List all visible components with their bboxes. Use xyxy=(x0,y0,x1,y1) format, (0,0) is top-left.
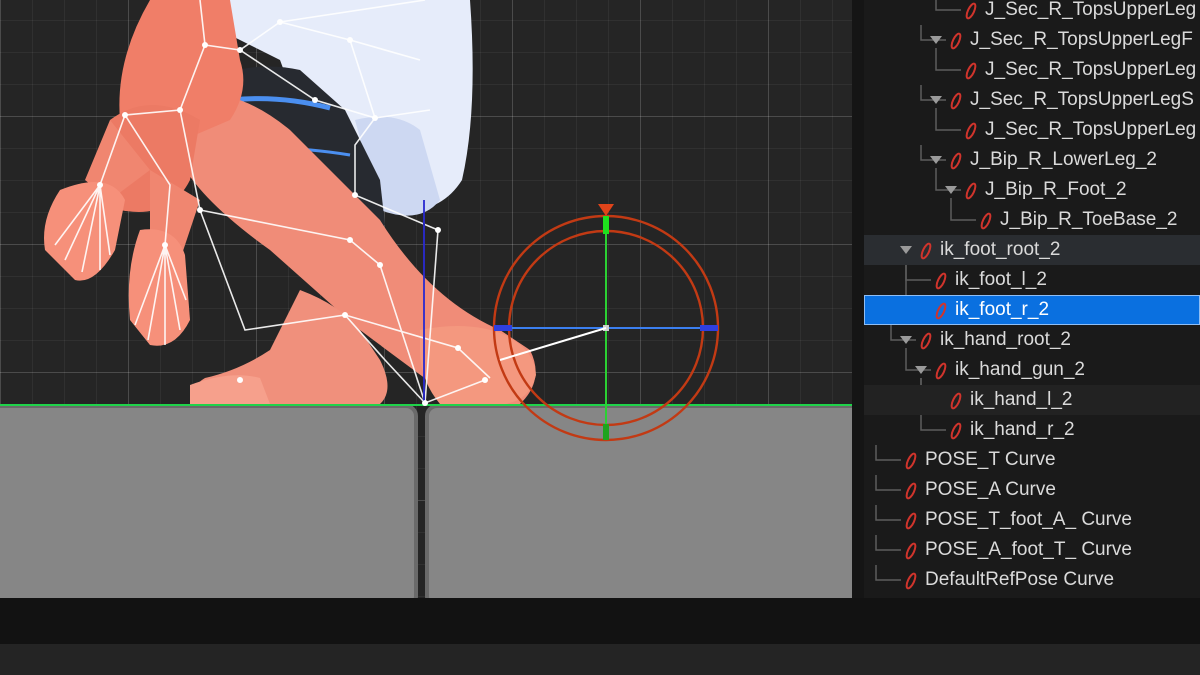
gizmo-axis-y-handle-top[interactable] xyxy=(603,216,609,234)
bone-icon xyxy=(950,92,962,110)
tree-row[interactable]: J_Bip_R_Foot_2 xyxy=(864,175,1200,205)
tree-row[interactable]: POSE_A_foot_T_ Curve xyxy=(864,535,1200,565)
tree-row[interactable]: ik_hand_r_2 xyxy=(864,415,1200,445)
bone-icon xyxy=(920,242,932,260)
tree-row[interactable]: POSE_T_foot_A_ Curve xyxy=(864,505,1200,535)
bottom-toolbar xyxy=(0,644,1200,675)
tree-row-label: J_Bip_R_Foot_2 xyxy=(985,179,1127,200)
expand-arrow-icon[interactable] xyxy=(900,246,912,254)
expand-arrow-icon[interactable] xyxy=(945,186,957,194)
tree-row[interactable]: J_Sec_R_TopsUpperLeg xyxy=(864,55,1200,85)
bone-icon xyxy=(905,482,917,500)
tree-row[interactable]: ik_hand_gun_2 xyxy=(864,355,1200,385)
tree-row-label: POSE_T Curve xyxy=(925,449,1056,470)
tree-row[interactable]: J_Bip_R_LowerLeg_2 xyxy=(864,145,1200,175)
bone-icon xyxy=(920,332,932,350)
bone-icon xyxy=(980,212,992,230)
tree-row-label: J_Sec_R_TopsUpperLeg xyxy=(985,59,1197,80)
tree-row-label: ik_foot_root_2 xyxy=(940,239,1061,260)
bone-icon xyxy=(950,32,962,50)
tree-row[interactable]: ik_hand_root_2 xyxy=(864,325,1200,355)
expand-arrow-icon[interactable] xyxy=(900,336,912,344)
tree-row[interactable]: DefaultRefPose Curve xyxy=(864,565,1200,595)
tree-row-label: POSE_T_foot_A_ Curve xyxy=(925,509,1132,530)
panel-splitter[interactable] xyxy=(852,0,864,598)
expand-arrow-icon[interactable] xyxy=(930,36,942,44)
tree-row[interactable]: POSE_T Curve xyxy=(864,445,1200,475)
tree-row-label: ik_hand_r_2 xyxy=(970,419,1075,440)
tree-row-label: J_Sec_R_TopsUpperLegF xyxy=(970,29,1193,50)
gizmo-axis-x-handle-left[interactable] xyxy=(494,325,512,331)
bone-icon xyxy=(965,2,977,20)
skeleton-tree-panel: J_Sec_R_TopsUpperLeg J_Sec_R_TopsUpperLeg… xyxy=(864,0,1200,598)
tree-row[interactable]: ik_hand_l_2 xyxy=(864,385,1200,415)
bone-icon xyxy=(965,122,977,140)
bone-icon xyxy=(935,362,947,380)
expand-arrow-icon[interactable] xyxy=(930,156,942,164)
viewport-scene xyxy=(0,0,852,598)
tree-row-label: DefaultRefPose Curve xyxy=(925,569,1115,590)
bone-icon xyxy=(950,392,962,410)
tree-row[interactable]: ik_foot_l_2 xyxy=(864,265,1200,295)
bone-icon xyxy=(950,152,962,170)
tree-row-label: ik_hand_gun_2 xyxy=(955,359,1085,380)
tree-row-label: ik_foot_r_2 xyxy=(955,299,1050,320)
expand-arrow-icon[interactable] xyxy=(930,96,942,104)
tree-row-label: J_Bip_R_ToeBase_2 xyxy=(1000,209,1178,230)
bone-icon xyxy=(965,182,977,200)
tree-row[interactable]: J_Sec_R_TopsUpperLegF xyxy=(864,25,1200,55)
character-model xyxy=(44,0,536,405)
gizmo-rotate-arrow[interactable] xyxy=(598,204,614,216)
tree-row-selected[interactable]: ik_foot_r_2 xyxy=(864,295,1200,325)
tree-row[interactable]: POSE_A Curve xyxy=(864,475,1200,505)
tree-row-label: ik_foot_l_2 xyxy=(955,269,1047,290)
gizmo-axis-x-handle-right[interactable] xyxy=(700,325,718,331)
tree-row[interactable]: ik_foot_root_2 xyxy=(864,235,1200,265)
bone-icon xyxy=(905,542,917,560)
tree-row-label: J_Sec_R_TopsUpperLeg xyxy=(985,119,1197,140)
bone-icon xyxy=(965,62,977,80)
tree-row-label: ik_hand_root_2 xyxy=(940,329,1071,350)
bone-icon xyxy=(935,302,947,320)
bone-icon xyxy=(935,272,947,290)
tree-row-label: POSE_A_foot_T_ Curve xyxy=(925,539,1132,560)
gizmo-axis-y-handle-bottom[interactable] xyxy=(603,424,609,440)
tree-row-label: POSE_A Curve xyxy=(925,479,1056,500)
animation-viewport[interactable] xyxy=(0,0,852,598)
status-bar xyxy=(0,598,1200,644)
floor-block-left xyxy=(0,404,418,598)
bone-icon xyxy=(905,572,917,590)
tree-row-label: J_Sec_R_TopsUpperLeg xyxy=(985,0,1197,20)
tree-row-label: J_Bip_R_LowerLeg_2 xyxy=(970,149,1157,170)
tree-row-label: ik_hand_l_2 xyxy=(970,389,1073,410)
tree-row[interactable]: J_Bip_R_ToeBase_2 xyxy=(864,205,1200,235)
tree-row[interactable]: J_Sec_R_TopsUpperLeg xyxy=(864,0,1200,25)
bone-icon xyxy=(905,452,917,470)
tree-row[interactable]: J_Sec_R_TopsUpperLeg xyxy=(864,115,1200,145)
tree-row-label: J_Sec_R_TopsUpperLegS xyxy=(970,89,1194,110)
tree-row[interactable]: J_Sec_R_TopsUpperLegS xyxy=(864,85,1200,115)
bone-icon xyxy=(905,512,917,530)
bone-icon xyxy=(950,422,962,440)
expand-arrow-icon[interactable] xyxy=(915,366,927,374)
